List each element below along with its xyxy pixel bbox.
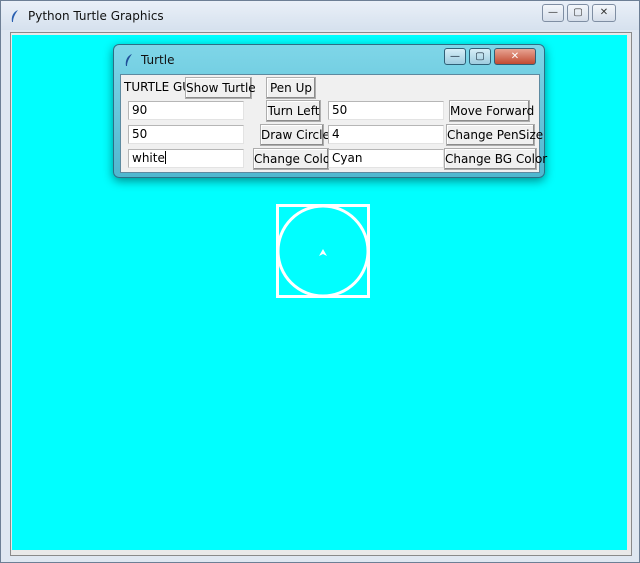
main-title-bar[interactable]: Python Turtle Graphics — ▢ ✕: [1, 1, 639, 30]
arrow-turtle-icon: [319, 249, 327, 256]
bg-color-entry[interactable]: Cyan: [328, 149, 444, 168]
control-minimize-button[interactable]: —: [444, 48, 466, 65]
control-panel: TURTLE GUI Show Turtle Pen Up 90 Turn Le…: [120, 74, 547, 173]
pen-color-value: white: [132, 151, 165, 165]
control-close-button[interactable]: ✕: [494, 48, 536, 65]
turn-left-button[interactable]: Turn Left: [266, 100, 321, 122]
show-turtle-button[interactable]: Show Turtle: [185, 77, 256, 99]
pen-size-entry[interactable]: 4: [328, 125, 444, 144]
control-window-title: Turtle: [141, 53, 175, 67]
change-bg-color-button[interactable]: Change BG Color: [444, 148, 547, 170]
turn-angle-entry[interactable]: 90: [128, 101, 244, 120]
change-color-button[interactable]: Change Color: [253, 148, 335, 170]
pen-color-entry[interactable]: white: [128, 149, 244, 168]
forward-distance-entry[interactable]: 50: [328, 101, 444, 120]
feather-icon: [125, 54, 132, 66]
text-cursor: [164, 151, 166, 164]
circle-radius-entry[interactable]: 50: [128, 125, 244, 144]
move-forward-button[interactable]: Move Forward: [449, 100, 534, 122]
draw-circle-button[interactable]: Draw Circle: [260, 124, 330, 146]
pen-up-button[interactable]: Pen Up: [266, 77, 316, 99]
main-window-title: Python Turtle Graphics: [28, 9, 164, 23]
main-close-button[interactable]: ✕: [592, 4, 616, 22]
main-minimize-button[interactable]: —: [542, 4, 564, 22]
turtle-control-window: Turtle — ▢ ✕ TURTLE GUI Show Turtle Pen …: [113, 44, 547, 178]
feather-icon: [11, 10, 18, 22]
main-maximize-button[interactable]: ▢: [567, 4, 589, 22]
change-pensize-button[interactable]: Change PenSize: [446, 124, 543, 146]
control-maximize-button[interactable]: ▢: [469, 48, 491, 65]
